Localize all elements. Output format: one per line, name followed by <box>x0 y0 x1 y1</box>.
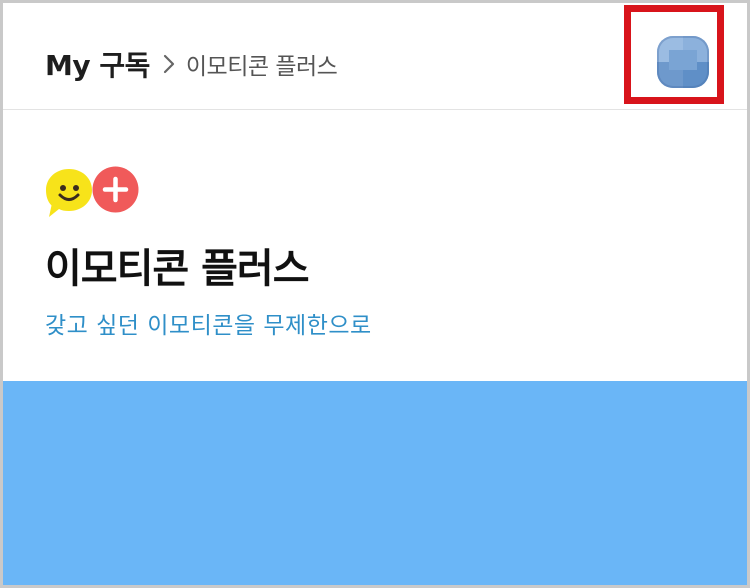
breadcrumb-my-subscription-link[interactable]: My 구독 <box>45 44 150 84</box>
breadcrumb-current-page: 이모티콘 플러스 <box>185 54 338 80</box>
emoticon-plus-hero: 이모티콘 플러스 갖고 싶던 이모티콘을 무제한으로 <box>3 110 747 381</box>
emoticon-plus-logo <box>41 165 151 221</box>
top-header: My 구독 이모티콘 플러스 <box>3 3 747 110</box>
chevron-right-icon <box>162 53 176 75</box>
app-screen: My 구독 이모티콘 플러스 이모티콘 플러스 갖고 싶던 이모티콘을 무제한으… <box>0 0 750 588</box>
smile-speech-bubble-icon <box>46 169 92 217</box>
page-title: 이모티콘 플러스 <box>45 246 310 292</box>
plus-circle-icon <box>92 166 139 213</box>
breadcrumb: My 구독 이모티콘 플러스 <box>45 44 338 84</box>
page-subtitle: 갖고 싶던 이모티콘을 무제한으로 <box>45 313 372 339</box>
blue-banner <box>3 381 747 585</box>
profile-avatar-icon[interactable] <box>657 36 709 88</box>
profile-highlight-box <box>624 5 724 104</box>
